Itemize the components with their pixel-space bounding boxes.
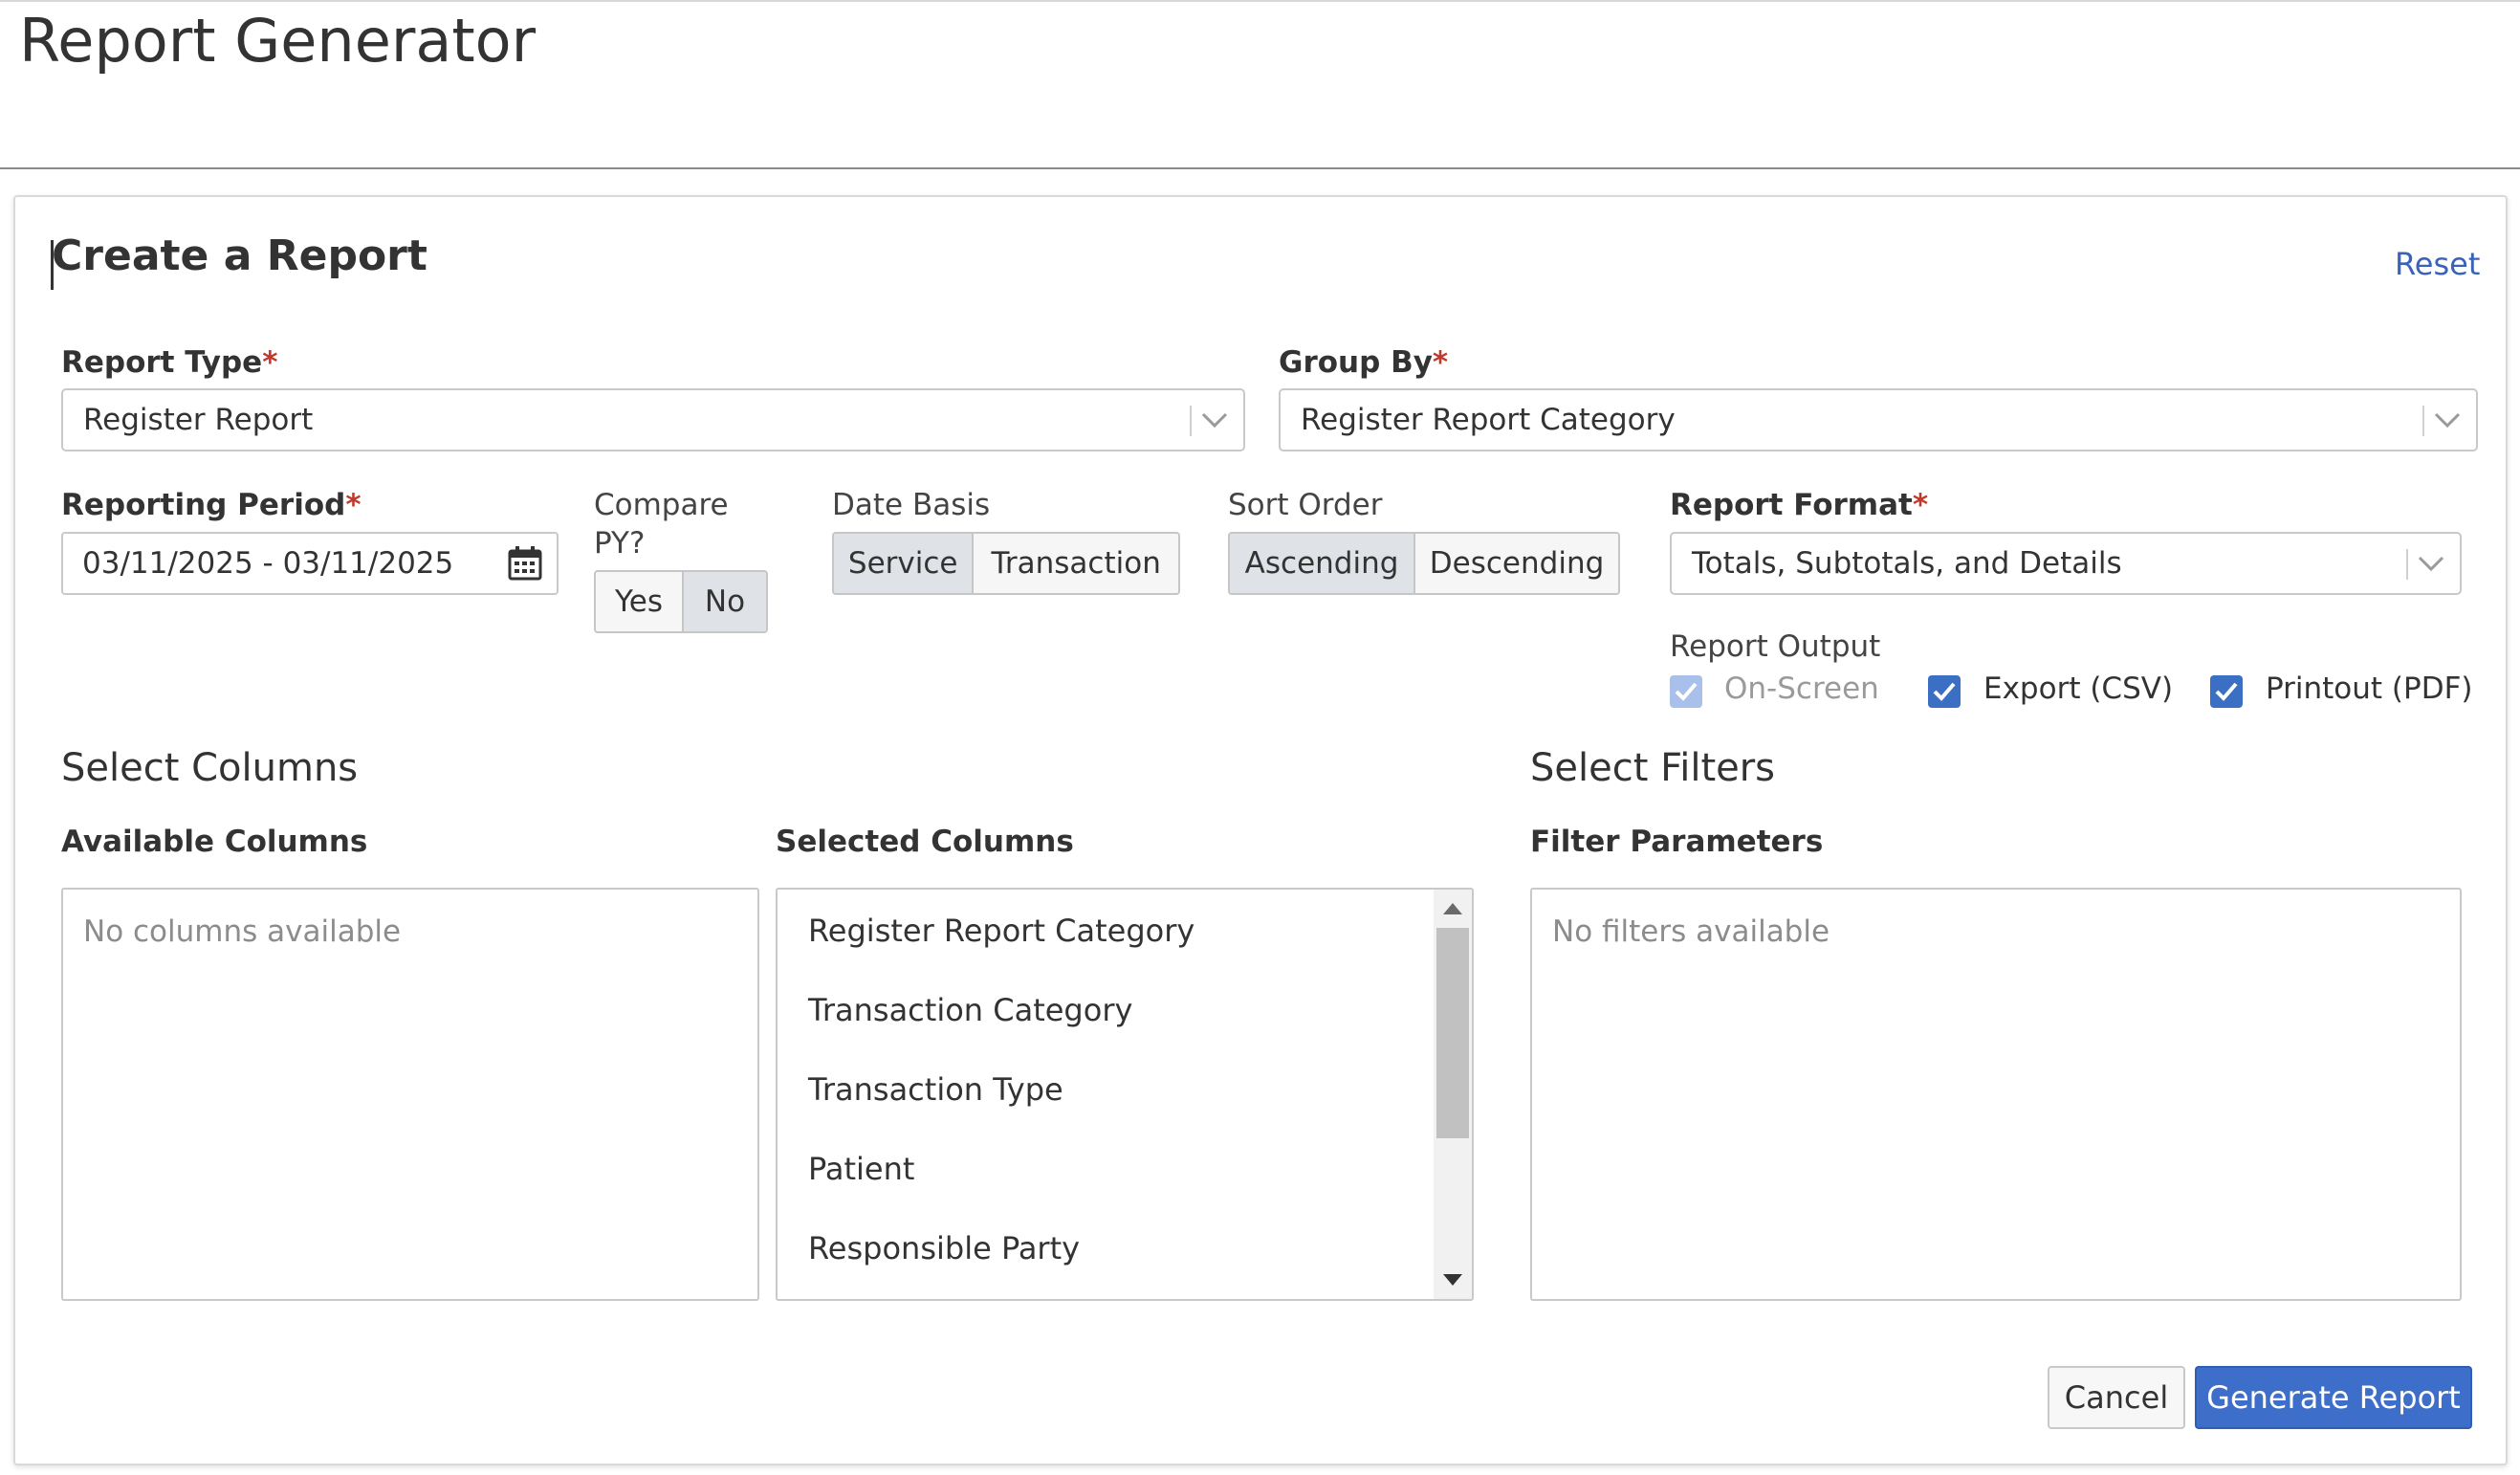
- select-filters-title: Select Filters: [1530, 746, 1776, 790]
- report-format-select[interactable]: Totals, Subtotals, and Details: [1670, 532, 2462, 595]
- scroll-thumb[interactable]: [1436, 928, 1469, 1138]
- required-mark: *: [345, 488, 362, 522]
- filter-parameters-label: Filter Parameters: [1530, 825, 1824, 859]
- filters-empty: No filters available: [1552, 914, 1830, 949]
- available-columns-list[interactable]: No columns available: [61, 888, 759, 1301]
- list-item[interactable]: Register Report Category: [808, 913, 1194, 949]
- filter-parameters-list[interactable]: No filters available: [1530, 888, 2462, 1301]
- scroll-down-arrow-icon[interactable]: [1443, 1274, 1462, 1286]
- report-output-label: Report Output: [1670, 629, 1881, 664]
- required-mark: *: [1912, 488, 1929, 522]
- calendar-icon[interactable]: [507, 545, 543, 582]
- group-by-value: Register Report Category: [1301, 403, 1676, 437]
- group-by-select[interactable]: Register Report Category: [1279, 388, 2478, 451]
- required-mark: *: [262, 345, 278, 380]
- group-by-label: Group By*: [1279, 345, 1449, 380]
- report-type-label: Report Type*: [61, 345, 278, 380]
- printout-pdf-checkbox[interactable]: [2210, 675, 2243, 708]
- list-item[interactable]: Transaction Type: [808, 1071, 1063, 1108]
- selected-columns-label: Selected Columns: [776, 825, 1074, 859]
- sort-order-toggle: Ascending Descending: [1228, 532, 1620, 595]
- select-columns-title: Select Columns: [61, 746, 359, 790]
- compare-py-yes[interactable]: Yes: [596, 572, 684, 631]
- on-screen-label: On-Screen: [1724, 671, 1879, 706]
- compare-py-toggle: Yes No: [594, 570, 768, 633]
- card-title: Create a Report: [52, 231, 427, 280]
- date-basis-transaction[interactable]: Transaction: [974, 534, 1178, 593]
- reporting-period-label: Reporting Period*: [61, 488, 362, 522]
- chevron-down-icon[interactable]: [1199, 402, 1230, 436]
- report-format-label: Report Format*: [1670, 488, 1929, 522]
- date-basis-toggle: Service Transaction: [832, 532, 1180, 595]
- check-icon: [1933, 682, 1956, 701]
- compare-py-label-line1: Compare: [594, 488, 729, 522]
- page-title: Report Generator: [19, 6, 537, 76]
- check-icon: [2215, 682, 2238, 701]
- available-columns-label: Available Columns: [61, 825, 368, 859]
- check-icon: [1675, 682, 1698, 701]
- cancel-button[interactable]: Cancel: [2048, 1366, 2185, 1429]
- select-separator: [2422, 406, 2424, 436]
- create-report-card: Create a Report Reset Report Type* Regis…: [13, 195, 2508, 1465]
- date-basis-label: Date Basis: [832, 488, 991, 522]
- chevron-down-icon[interactable]: [2416, 545, 2446, 580]
- list-item[interactable]: Responsible Party: [808, 1230, 1080, 1266]
- compare-py-no[interactable]: No: [683, 572, 766, 631]
- list-item[interactable]: Patient: [808, 1151, 914, 1187]
- available-columns-empty: No columns available: [83, 914, 402, 949]
- report-type-value: Register Report: [83, 403, 314, 437]
- reporting-period-input[interactable]: 03/11/2025 - 03/11/2025: [61, 532, 559, 595]
- reporting-period-value: 03/11/2025 - 03/11/2025: [82, 546, 454, 581]
- date-basis-service[interactable]: Service: [834, 534, 975, 593]
- compare-py-label-line2: PY?: [594, 526, 646, 561]
- selected-columns-scrollbar[interactable]: [1434, 890, 1472, 1299]
- reset-link[interactable]: Reset: [2395, 246, 2480, 282]
- select-separator: [1190, 406, 1192, 436]
- on-screen-checkbox[interactable]: [1670, 675, 1702, 708]
- sort-order-descending[interactable]: Descending: [1415, 534, 1618, 593]
- export-csv-label: Export (CSV): [1983, 671, 2174, 706]
- generate-report-button[interactable]: Generate Report: [2195, 1366, 2472, 1429]
- chevron-down-icon[interactable]: [2432, 402, 2463, 436]
- selected-columns-list[interactable]: Register Report Category Transaction Cat…: [776, 888, 1474, 1301]
- list-item[interactable]: Transaction Category: [808, 992, 1132, 1028]
- export-csv-checkbox[interactable]: [1928, 675, 1961, 708]
- page-header: Report Generator: [0, 0, 2520, 169]
- report-type-select[interactable]: Register Report: [61, 388, 1245, 451]
- sort-order-ascending[interactable]: Ascending: [1230, 534, 1416, 593]
- sort-order-label: Sort Order: [1228, 488, 1383, 522]
- printout-pdf-label: Printout (PDF): [2266, 671, 2473, 706]
- required-mark: *: [1432, 345, 1449, 380]
- report-format-value: Totals, Subtotals, and Details: [1692, 546, 2122, 581]
- scroll-up-arrow-icon[interactable]: [1443, 903, 1462, 914]
- select-separator: [2406, 549, 2408, 580]
